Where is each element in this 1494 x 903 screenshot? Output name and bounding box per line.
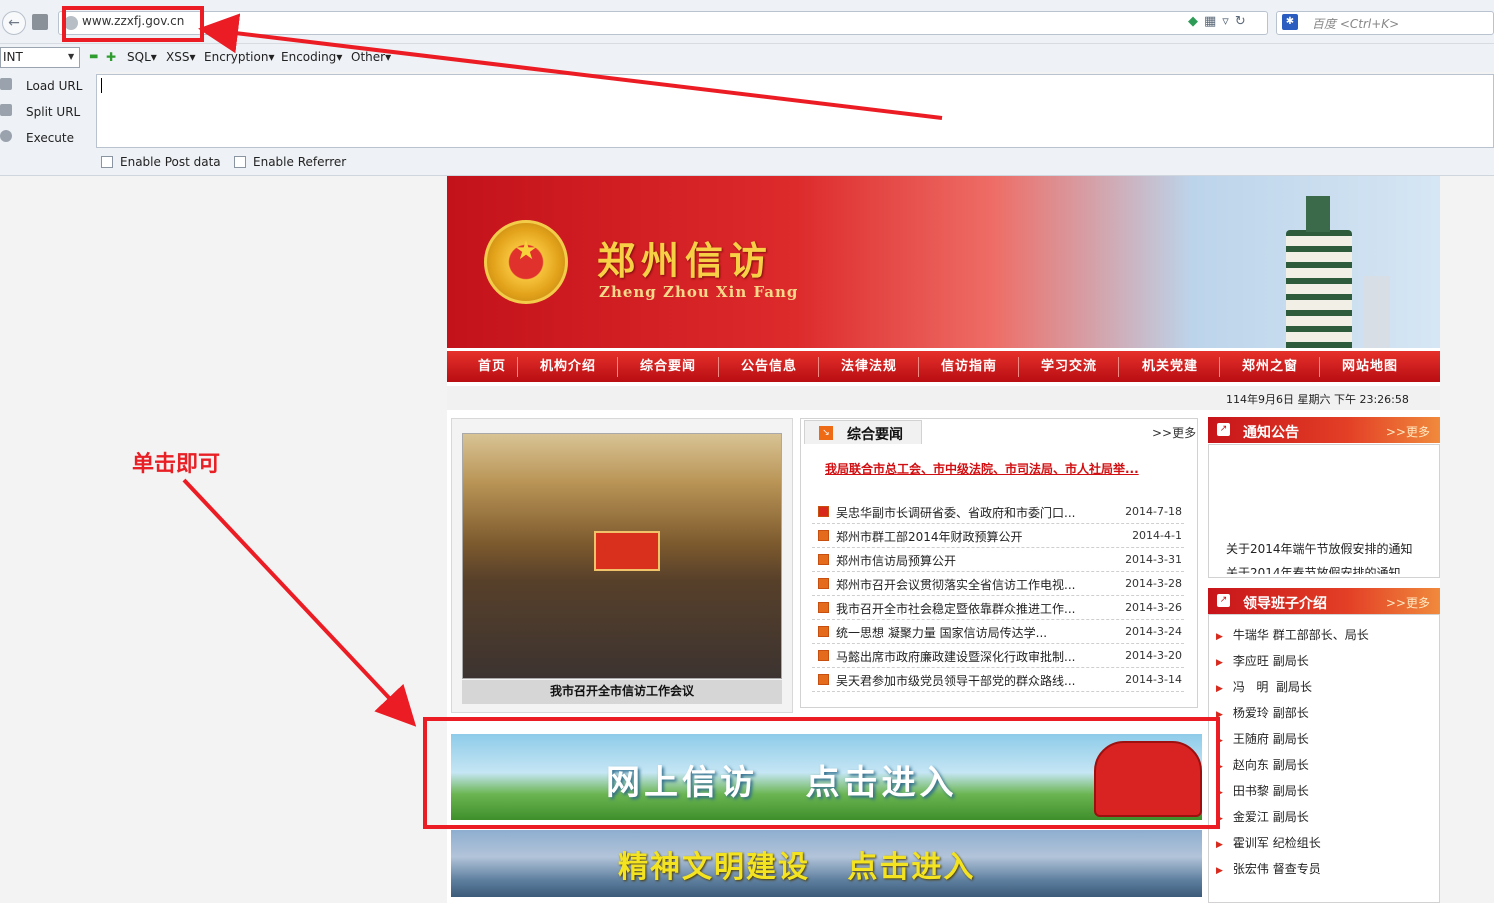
menu-sql[interactable]: SQL▾ [127, 50, 157, 64]
triangle-bullet-icon: ▶ [1216, 684, 1223, 694]
bullet-icon [818, 554, 829, 565]
site-title: 郑州信访 [597, 238, 774, 283]
baidu-icon[interactable]: ✱ [1282, 14, 1298, 30]
nav-party[interactable]: 机关党建 [1120, 351, 1220, 382]
news-item[interactable]: 吴忠华副市长调研省委、省政府和市委门口... 2014-7-18 [812, 500, 1184, 524]
enable-post-data-checkbox[interactable] [101, 156, 113, 168]
split-url-button[interactable]: Split URL [0, 101, 96, 123]
leader-item[interactable]: ▶ 赵向东 副局长 [1216, 756, 1309, 773]
text-caret [101, 78, 102, 93]
twin-tower-image [1286, 230, 1352, 348]
menu-encryption[interactable]: Encryption▾ [204, 50, 274, 64]
enable-post-data-label[interactable]: Enable Post data [120, 155, 221, 169]
civilization-banner-text[interactable]: 精神文明建设 点击进入 [618, 842, 975, 886]
triangle-bullet-icon: ▶ [1216, 840, 1223, 850]
notice-item[interactable]: 关于2014年春节放假安排的通知 [1226, 564, 1401, 574]
annotation-label: 单击即可 [132, 451, 221, 477]
nav-divider [1118, 357, 1119, 377]
enable-referrer-checkbox[interactable] [234, 156, 246, 168]
news-more-link[interactable]: >>更多 [1152, 424, 1196, 441]
site-subtitle: Zheng Zhou Xin Fang [599, 283, 799, 301]
triangle-bullet-icon: ▶ [1216, 632, 1223, 642]
notice-more-link[interactable]: >>更多 [1386, 423, 1430, 440]
nav-news[interactable]: 综合要闻 [618, 351, 718, 382]
split-url-icon [0, 104, 12, 116]
triangle-bullet-icon: ▶ [1216, 658, 1223, 668]
leader-item[interactable]: ▶ 张宏伟 督查专员 [1216, 860, 1321, 877]
menu-other[interactable]: Other▾ [351, 50, 391, 64]
leaders-icon: ↗ [1217, 594, 1230, 607]
leader-item[interactable]: ▶ 金爱江 副局长 [1216, 808, 1309, 825]
triangle-bullet-icon: ▶ [1216, 866, 1223, 876]
leader-item[interactable]: ▶ 王随府 副局长 [1216, 730, 1309, 747]
search-placeholder[interactable]: 百度 <Ctrl+K> [1312, 15, 1399, 32]
arrow-icon: ↘ [819, 426, 833, 440]
nav-sitemap[interactable]: 网站地图 [1320, 351, 1420, 382]
address-bar[interactable] [58, 11, 1268, 35]
shield-icon[interactable]: ◆ [1188, 14, 1204, 29]
nav-learning[interactable]: 学习交流 [1019, 351, 1119, 382]
bullet-icon [818, 602, 829, 613]
menu-xss[interactable]: XSS▾ [166, 50, 196, 64]
leader-item[interactable]: ▶ 霍训军 纪检组长 [1216, 834, 1321, 851]
leader-item[interactable]: ▶ 田书黎 副局长 [1216, 782, 1309, 799]
news-item[interactable]: 吴天君参加市级党员领导干部党的群众路线... 2014-3-14 [812, 668, 1184, 692]
chevron-down-icon[interactable]: ▼ [68, 52, 74, 61]
leaders-header: ↗ 领导班子介绍 >>更多 [1208, 588, 1440, 614]
qr-code-icon[interactable]: ▦ [1204, 14, 1222, 29]
bullet-icon [818, 506, 829, 517]
execute-icon [0, 130, 12, 142]
notice-header: ↗ 通知公告 >>更多 [1208, 417, 1440, 443]
dropdown-icon[interactable]: ▿ [1222, 14, 1235, 29]
bullet-icon [818, 674, 829, 685]
leader-item[interactable]: ▶ 李应旺 副局长 [1216, 652, 1309, 669]
tabs-icon[interactable] [32, 14, 48, 30]
leader-item[interactable]: ▶ 牛瑞华 群工部部长、局长 [1216, 626, 1369, 643]
building-image [1364, 276, 1390, 348]
reload-icon[interactable]: ↻ [1235, 14, 1252, 29]
url-highlight-box [62, 6, 204, 42]
news-item[interactable]: 郑州市群工部2014年财政预算公开 2014-4-1 [812, 524, 1184, 548]
photo-caption[interactable]: 我市召开全市信访工作会议 [462, 680, 782, 704]
notice-icon: ↗ [1217, 423, 1230, 436]
news-headline-link[interactable]: 我局联合市总工会、市中级法院、市司法局、市人社局举... [825, 460, 1139, 477]
news-item[interactable]: 郑州市召开会议贯彻落实全省信访工作电视... 2014-3-28 [812, 572, 1184, 596]
nav-window[interactable]: 郑州之窗 [1220, 351, 1320, 382]
leader-item[interactable]: ▶ 冯 明 副局长 [1216, 678, 1312, 695]
banner-highlight-box [423, 717, 1220, 829]
nav-notices[interactable]: 公告信息 [719, 351, 819, 382]
address-bar-icons: ◆▦▿↻ [1188, 14, 1252, 29]
execute-button[interactable]: Execute [0, 127, 96, 149]
nav-laws[interactable]: 法律法规 [819, 351, 919, 382]
leaders-more-link[interactable]: >>更多 [1386, 594, 1430, 611]
nav-about[interactable]: 机构介绍 [518, 351, 618, 382]
news-item[interactable]: 马懿出席市政府廉政建设暨深化行政审批制... 2014-3-20 [812, 644, 1184, 668]
bullet-icon [818, 626, 829, 637]
meeting-stage-image [594, 531, 660, 571]
menu-encoding[interactable]: Encoding▾ [281, 50, 342, 64]
decrease-icon[interactable]: ▬ [89, 51, 98, 62]
tower-top-image [1306, 196, 1330, 232]
arrow-to-banner [182, 478, 417, 727]
hackbar-url-textarea[interactable] [96, 74, 1494, 148]
bullet-icon [818, 578, 829, 589]
emblem-star-icon: ★ [514, 236, 538, 266]
bullet-icon [818, 530, 829, 541]
load-url-icon [0, 78, 12, 90]
nav-guide[interactable]: 信访指南 [919, 351, 1019, 382]
news-item[interactable]: 统一思想 凝聚力量 国家信访局传达学... 2014-3-24 [812, 620, 1184, 644]
news-item[interactable]: 我市召开全市社会稳定暨依靠群众推进工作... 2014-3-26 [812, 596, 1184, 620]
enable-referrer-label[interactable]: Enable Referrer [253, 155, 346, 169]
back-arrow-icon[interactable]: ← [2, 11, 26, 35]
hackbar-options-row [0, 148, 1494, 176]
load-url-button[interactable]: Load URL [0, 75, 96, 97]
bullet-icon [818, 650, 829, 661]
datetime-text: 114年9月6日 星期六 下午 23:26:58 [1226, 393, 1409, 406]
increase-icon[interactable]: ✚ [106, 50, 116, 64]
notice-item[interactable]: 关于2014年端午节放假安排的通知 [1226, 540, 1413, 557]
news-item[interactable]: 郑州市信访局预算公开 2014-3-31 [812, 548, 1184, 572]
news-tab-title[interactable]: 综合要闻 [847, 424, 903, 444]
leader-item[interactable]: ▶ 杨爱玲 副部长 [1216, 704, 1309, 721]
notice-box [1208, 444, 1440, 578]
